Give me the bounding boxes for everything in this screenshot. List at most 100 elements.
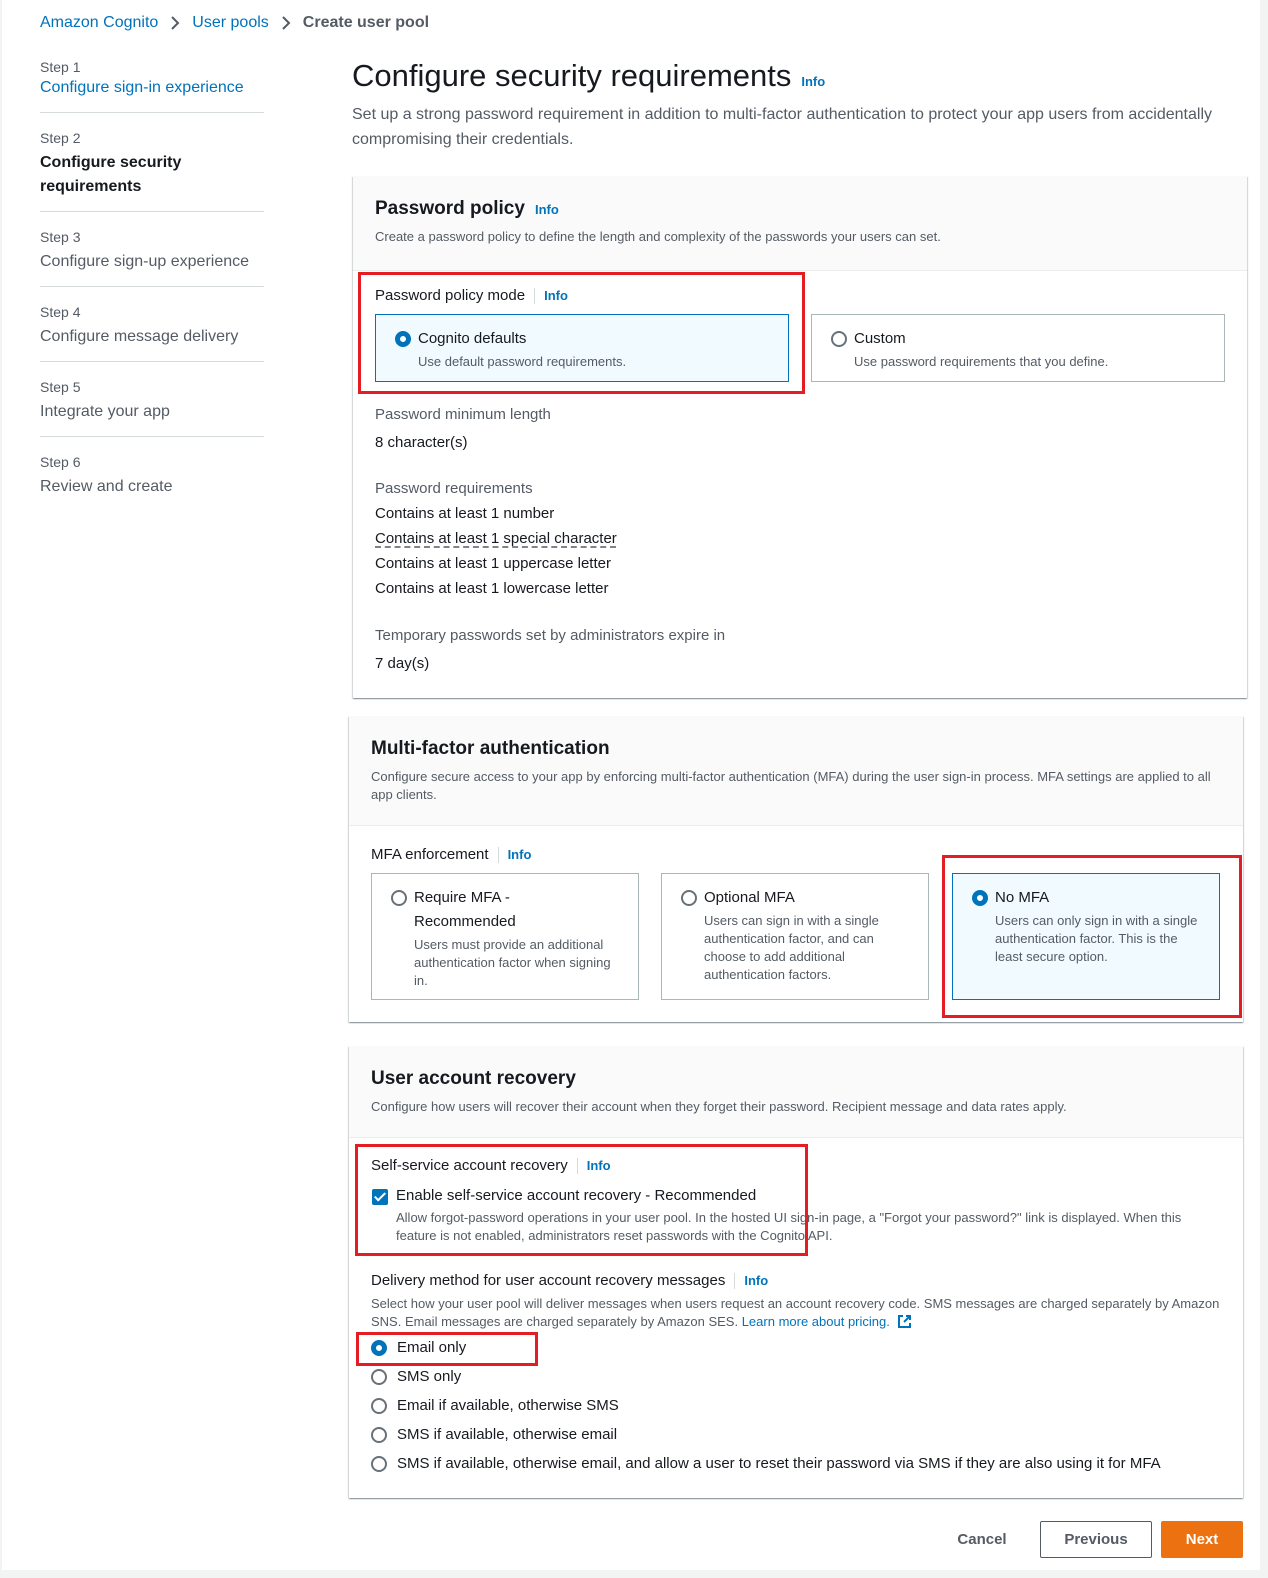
account-recovery-panel: User account recovery Configure how user… — [349, 1046, 1243, 1498]
self-service-checkbox[interactable] — [372, 1189, 388, 1205]
step-number: Step 6 — [40, 454, 81, 470]
option-title: Optional MFA — [704, 889, 795, 906]
panel-header: Password policy Info Create a password p… — [353, 176, 1247, 271]
option-description: Users must provide an additional authent… — [414, 937, 611, 988]
method-sms-else-email-mfa[interactable]: SMS if available, otherwise email, and a… — [371, 1455, 1161, 1472]
step-title: Integrate your app — [40, 403, 170, 420]
requirement-item: Contains at least 1 uppercase letter — [375, 555, 611, 572]
panel-title: User account recovery — [371, 1068, 576, 1089]
previous-button[interactable]: Previous — [1040, 1521, 1152, 1558]
delivery-description: Select how your user pool will deliver m… — [371, 1295, 1221, 1334]
step-title: Configure message delivery — [40, 328, 239, 345]
self-service-info-link[interactable]: Info — [587, 1158, 611, 1173]
panel-title-text: Password policy — [375, 198, 525, 219]
mfa-enforcement-label: MFA enforcement Info — [371, 846, 531, 863]
step-link-configure-sign-in[interactable]: Configure sign-in experience — [40, 79, 244, 96]
panel-header: Multi-factor authentication Configure se… — [349, 716, 1243, 826]
wizard-steps-nav: Step 1 Configure sign-in experience Step… — [40, 58, 264, 527]
radio-selected-icon[interactable] — [972, 890, 988, 906]
min-length-label: Password minimum length — [375, 406, 551, 423]
breadcrumb-create-user-pool: Create user pool — [302, 14, 430, 31]
radio-unselected-icon[interactable] — [371, 1455, 387, 1472]
option-optional-mfa[interactable]: Optional MFA Users can sign in with a si… — [661, 873, 929, 1000]
self-service-option: Enable self-service account recovery - R… — [396, 1186, 1216, 1245]
divider — [534, 287, 536, 304]
page-title-text: Configure security requirements — [352, 58, 792, 93]
delivery-method-label: Delivery method for user account recover… — [371, 1272, 768, 1289]
step-number: Step 1 — [40, 59, 81, 75]
option-custom[interactable]: Custom Use password requirements that yo… — [811, 314, 1225, 382]
external-link-icon[interactable] — [897, 1314, 912, 1334]
mfa-info-link[interactable]: Info — [508, 847, 532, 862]
requirement-item: Contains at least 1 lowercase letter — [375, 580, 609, 597]
policy-mode-info-link[interactable]: Info — [544, 288, 568, 303]
delivery-info-link[interactable]: Info — [744, 1273, 768, 1288]
page-title: Configure security requirements Info — [352, 58, 1247, 94]
panel-description: Configure how users will recover their a… — [371, 1099, 1067, 1114]
next-button[interactable]: Next — [1161, 1521, 1243, 1558]
wizard-step-6: Step 6 Review and create — [40, 453, 264, 511]
method-label: SMS only — [397, 1368, 462, 1385]
panel-description: Configure secure access to your app by e… — [371, 769, 1211, 802]
wizard-step-1: Step 1 Configure sign-in experience — [40, 58, 264, 113]
panel-title: Password policy Info — [375, 198, 1225, 220]
radio-selected-icon[interactable] — [371, 1339, 387, 1356]
checkbox-description: Allow forgot-password operations in your… — [396, 1210, 1182, 1243]
step-title-active: Configure security requirements — [40, 154, 182, 195]
wizard-step-4: Step 4 Configure message delivery — [40, 303, 264, 362]
panel-title: Multi-factor authentication — [371, 738, 610, 759]
radio-unselected-icon[interactable] — [681, 890, 697, 906]
method-label: SMS if available, otherwise email, and a… — [397, 1455, 1161, 1472]
step-title: Review and create — [40, 478, 173, 495]
option-title: Custom — [854, 330, 906, 347]
field-label-text: MFA enforcement — [371, 846, 489, 863]
option-title: Cognito defaults — [418, 330, 527, 347]
radio-unselected-icon[interactable] — [371, 1368, 387, 1385]
field-label-text: Self-service account recovery — [371, 1157, 568, 1174]
method-label: Email only — [397, 1339, 467, 1356]
radio-unselected-icon[interactable] — [831, 331, 847, 347]
password-policy-mode-label: Password policy mode Info — [375, 287, 568, 304]
temp-password-field: Temporary passwords set by administrator… — [375, 624, 725, 676]
checkbox-label[interactable]: Enable self-service account recovery - R… — [396, 1186, 1216, 1206]
step-number: Step 3 — [40, 229, 81, 245]
step-number: Step 2 — [40, 130, 81, 146]
method-email-only[interactable]: Email only — [371, 1339, 466, 1356]
temp-password-label: Temporary passwords set by administrator… — [375, 627, 726, 644]
radio-unselected-icon[interactable] — [371, 1426, 387, 1443]
breadcrumb: Amazon Cognito User pools Create user po… — [40, 14, 429, 32]
field-label-text: Delivery method for user account recover… — [371, 1272, 726, 1289]
radio-unselected-icon[interactable] — [371, 1397, 387, 1414]
requirement-special-character[interactable]: Contains at least 1 special character — [375, 526, 617, 551]
learn-more-pricing-link[interactable]: Learn more about pricing. — [742, 1314, 890, 1329]
chevron-right-icon — [281, 16, 291, 30]
option-require-mfa[interactable]: Require MFA - Recommended Users must pro… — [371, 873, 639, 1000]
breadcrumb-amazon-cognito[interactable]: Amazon Cognito — [40, 14, 158, 32]
temp-password-value: 7 day(s) — [375, 655, 430, 672]
method-label: SMS if available, otherwise email — [397, 1426, 618, 1443]
password-policy-panel: Password policy Info Create a password p… — [353, 176, 1247, 698]
page-description: Set up a strong password requirement in … — [352, 106, 1213, 148]
method-email-else-sms[interactable]: Email if available, otherwise SMS — [371, 1397, 619, 1414]
option-description: Users can only sign in with a single aut… — [995, 913, 1198, 964]
radio-unselected-icon[interactable] — [391, 890, 407, 906]
method-label: Email if available, otherwise SMS — [397, 1397, 619, 1414]
method-sms-else-email[interactable]: SMS if available, otherwise email — [371, 1426, 617, 1443]
page-info-link[interactable]: Info — [801, 74, 825, 89]
requirements-field: Password requirements Contains at least … — [375, 477, 617, 601]
divider — [576, 1157, 578, 1174]
password-policy-info-link[interactable]: Info — [535, 202, 559, 217]
cancel-button[interactable]: Cancel — [940, 1522, 1024, 1556]
min-length-value: 8 character(s) — [375, 434, 468, 451]
method-sms-only[interactable]: SMS only — [371, 1368, 461, 1385]
panel-description: Create a password policy to define the l… — [375, 229, 941, 244]
divider — [497, 846, 499, 863]
mfa-panel: Multi-factor authentication Configure se… — [349, 716, 1243, 1022]
option-cognito-defaults[interactable]: Cognito defaults Use default password re… — [375, 314, 789, 382]
panel-header: User account recovery Configure how user… — [349, 1046, 1243, 1138]
radio-selected-icon[interactable] — [395, 331, 411, 347]
breadcrumb-user-pools[interactable]: User pools — [192, 14, 268, 32]
option-description: Use password requirements that you defin… — [854, 354, 1109, 369]
wizard-step-5: Step 5 Integrate your app — [40, 378, 264, 437]
option-no-mfa[interactable]: No MFA Users can only sign in with a sin… — [952, 873, 1220, 1000]
